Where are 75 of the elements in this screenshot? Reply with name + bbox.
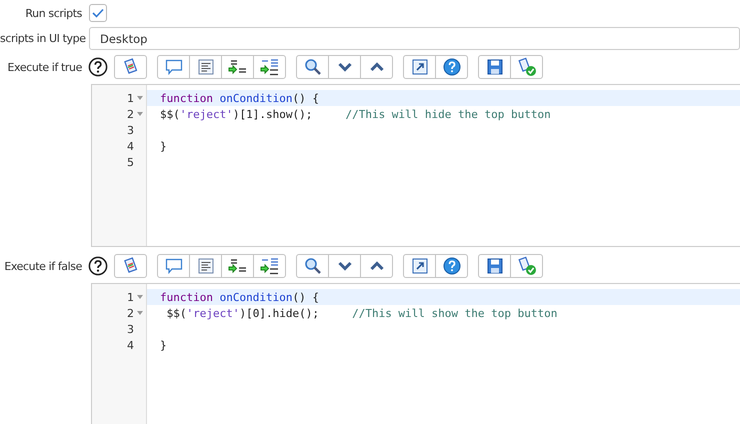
collapse-button[interactable]: [328, 254, 361, 278]
search-button[interactable]: [296, 55, 329, 79]
replace-all-button[interactable]: [253, 55, 286, 79]
comment-button[interactable]: [157, 254, 190, 278]
expand-button[interactable]: [360, 55, 393, 79]
fold-arrow-icon[interactable]: [137, 295, 143, 299]
arrow-lines-icon: [260, 58, 280, 76]
check-badge-icon: [516, 256, 536, 276]
validate-button[interactable]: [510, 55, 543, 79]
replace-button[interactable]: [221, 254, 254, 278]
replace-button[interactable]: [221, 55, 254, 79]
help-icon: [442, 257, 460, 275]
save-button[interactable]: [478, 55, 511, 79]
validate-button[interactable]: [510, 254, 543, 278]
fold-arrow-icon[interactable]: [137, 112, 143, 116]
code-editor[interactable]: 1 2 3 4 function onCondition() { $$('reject')[0].hide(); //This will show the top button }: [91, 283, 740, 424]
expand-button[interactable]: [360, 254, 393, 278]
help-button[interactable]: [435, 254, 468, 278]
run-scripts-checkbox[interactable]: [89, 4, 107, 22]
field-label: Execute if false: [3, 260, 82, 272]
help-icon[interactable]: [88, 256, 108, 276]
fullscreen-button[interactable]: [403, 254, 436, 278]
field-label: Run scripts: [24, 6, 82, 20]
check-badge-icon: [516, 57, 536, 77]
code-editor[interactable]: 1 2 3 4 5 function onCondition() { $$('reject')[1].show(); //This will hide the top button }: [91, 84, 740, 247]
field-label: Execute if true: [6, 60, 82, 74]
line-number: 4: [127, 338, 134, 352]
line-number: 1: [127, 92, 134, 104]
line-number: 3: [127, 124, 134, 136]
format-button[interactable]: [189, 254, 222, 278]
format-button[interactable]: [189, 55, 222, 79]
comment-button[interactable]: [157, 55, 190, 79]
speech-bubble-icon: [164, 258, 182, 274]
code-line: function onCondition() {: [160, 290, 319, 304]
checkmark-icon: [92, 8, 104, 18]
save-button[interactable]: [478, 254, 511, 278]
script-icon-button[interactable]: [114, 254, 147, 278]
script-icon-button[interactable]: [114, 55, 147, 79]
line-number: 2: [127, 108, 134, 120]
search-button[interactable]: [296, 254, 329, 278]
code-line: $$('reject')[1].show(); //This will hide the top button: [160, 108, 551, 120]
line-number: 3: [127, 322, 134, 336]
chevron-up-icon: [370, 62, 384, 72]
document-icon: [122, 257, 140, 275]
ui-type-field[interactable]: Desktop: [89, 27, 740, 50]
fullscreen-button[interactable]: [403, 55, 436, 79]
help-button[interactable]: [435, 55, 468, 79]
chevron-up-icon: [370, 261, 384, 271]
collapse-button[interactable]: [328, 55, 361, 79]
code-line: $$('reject')[0].hide(); //This will show the top button: [166, 306, 558, 320]
code-line: function onCondition() {: [160, 92, 319, 104]
fold-arrow-icon[interactable]: [137, 96, 143, 100]
help-icon: [442, 58, 460, 76]
text-lines-icon: [198, 59, 214, 75]
chevron-down-icon: [338, 261, 352, 271]
line-number: 4: [127, 140, 134, 152]
search-icon: [304, 257, 322, 275]
line-number: 1: [127, 290, 134, 304]
line-number: 2: [127, 306, 134, 320]
arrow-box-icon: [412, 59, 428, 75]
arrow-box-icon: [412, 258, 428, 274]
search-icon: [304, 58, 322, 76]
arrow-text-icon: [228, 58, 248, 76]
speech-bubble-icon: [164, 59, 182, 75]
document-icon: [122, 58, 140, 76]
help-icon[interactable]: [88, 57, 108, 77]
replace-all-button[interactable]: [253, 254, 286, 278]
fold-arrow-icon[interactable]: [137, 311, 143, 315]
line-number: 5: [127, 156, 134, 168]
text-lines-icon: [198, 258, 214, 274]
arrow-lines-icon: [260, 257, 280, 275]
arrow-text-icon: [228, 257, 248, 275]
chevron-down-icon: [338, 62, 352, 72]
code-line: }: [160, 338, 167, 352]
code-line: }: [160, 140, 167, 152]
